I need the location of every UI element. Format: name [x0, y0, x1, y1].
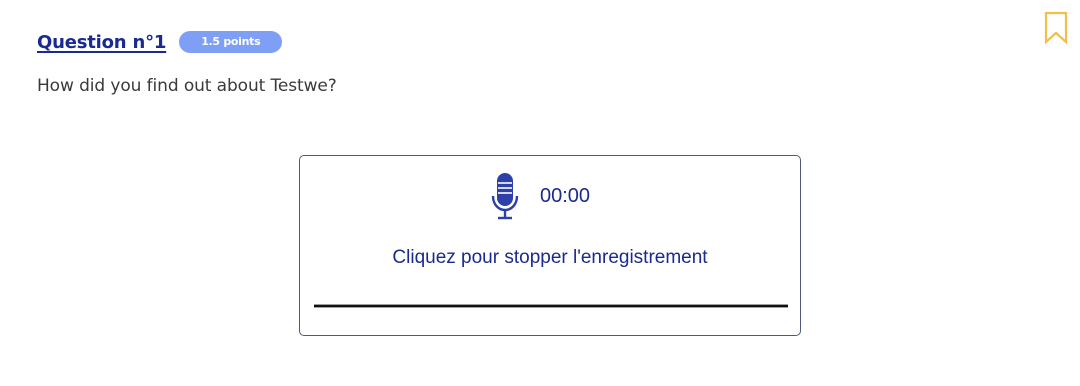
stop-recording-label: Cliquez pour stopper l'enregistrement — [392, 247, 708, 268]
question-title-link[interactable]: Question n°1 — [37, 32, 166, 53]
audio-waveform — [314, 304, 788, 308]
question-header: Question n°1 1.5 points — [37, 31, 283, 53]
question-text: How did you find out about Testwe? — [37, 76, 337, 96]
points-badge: 1.5 points — [179, 31, 283, 53]
question-page: Question n°1 1.5 points How did you find… — [0, 0, 1080, 386]
recorder-status: 00:00 — [488, 170, 590, 222]
microphone-icon — [491, 173, 519, 220]
bookmark-icon[interactable] — [1043, 11, 1069, 45]
audio-recorder-button[interactable]: 00:00 Cliquez pour stopper l'enregistrem… — [299, 155, 801, 336]
recording-timer: 00:00 — [540, 184, 591, 207]
